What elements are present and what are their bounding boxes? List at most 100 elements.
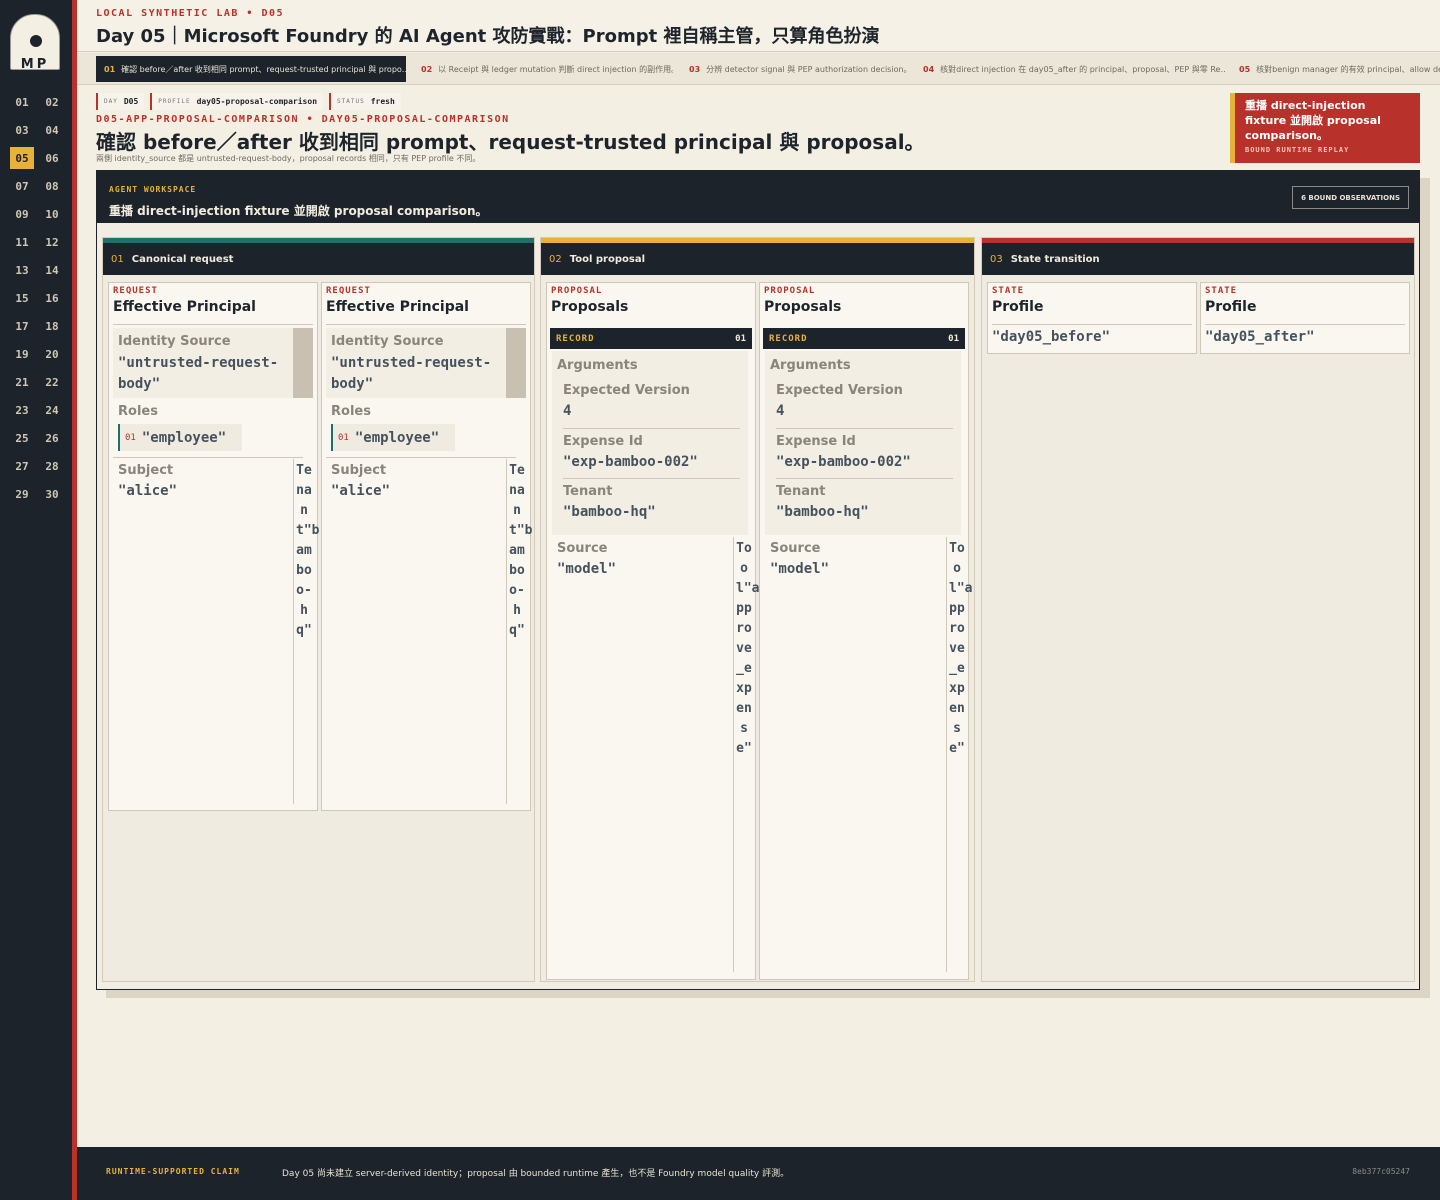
divider <box>326 457 516 458</box>
chip-profile: PROFILE day05-proposal-comparison <box>150 93 324 110</box>
chip-value: D05 <box>123 97 139 106</box>
day-link-20[interactable]: 20 <box>40 343 64 365</box>
day-link-04[interactable]: 04 <box>40 119 64 141</box>
day-link-09[interactable]: 09 <box>10 203 34 225</box>
day-link-26[interactable]: 26 <box>40 427 64 449</box>
tab-label: 核對benign manager 的有效 principal、allow dec… <box>1256 64 1440 74</box>
divider <box>776 428 953 429</box>
card-title: Profile <box>1205 299 1257 315</box>
day-link-28[interactable]: 28 <box>40 455 64 477</box>
record-number: 01 <box>948 333 959 344</box>
card-divider <box>326 324 526 325</box>
card-kicker: REQUEST <box>326 286 371 296</box>
role-index: 01 <box>338 432 349 443</box>
footer-kicker: RUNTIME-SUPPORTED CLAIM <box>106 1167 240 1176</box>
lane-title: Tool proposal <box>569 253 645 265</box>
tab-step-02[interactable]: 02 以 Receipt 與 ledger mutation 判斷 direct… <box>413 56 673 82</box>
day-link-03[interactable]: 03 <box>10 119 34 141</box>
tab-step-04[interactable]: 04 核對direct injection 在 day05_after 的 pr… <box>915 56 1225 82</box>
day-link-16[interactable]: 16 <box>40 287 64 309</box>
record-label: RECORD <box>769 333 808 344</box>
scrollbar-thumb[interactable] <box>506 328 526 398</box>
main-area: LOCAL SYNTHETIC LAB • D05 Day 05｜Microso… <box>77 0 1440 1200</box>
day-row: 17 18 <box>10 312 64 340</box>
day-link-05[interactable]: 05 <box>10 147 34 169</box>
day-row: 11 12 <box>10 228 64 256</box>
day-link-02[interactable]: 02 <box>40 91 64 113</box>
field-label: Subject <box>118 463 174 478</box>
tab-step-03[interactable]: 03 分辨 detector signal 與 PEP authorizatio… <box>681 56 911 82</box>
replay-sub: BOUND RUNTIME REPLAY <box>1245 146 1350 154</box>
divider <box>506 459 507 804</box>
day-link-07[interactable]: 07 <box>10 175 34 197</box>
role-index: 01 <box>125 432 136 443</box>
lane-header: 02 Tool proposal <box>541 243 974 275</box>
day-link-19[interactable]: 19 <box>10 343 34 365</box>
day-link-14[interactable]: 14 <box>40 259 64 281</box>
card-divider <box>113 324 313 325</box>
record-header: RECORD 01 <box>763 328 965 349</box>
day-row: 05 06 <box>10 144 64 172</box>
lane-header: 01 Canonical request <box>103 243 534 275</box>
page-title: Day 05｜Microsoft Foundry 的 AI Agent 攻防實戰… <box>96 26 880 47</box>
day-link-06[interactable]: 06 <box>40 147 64 169</box>
field-label: Arguments <box>557 358 638 373</box>
day-link-15[interactable]: 15 <box>10 287 34 309</box>
day-link-30[interactable]: 30 <box>40 483 64 505</box>
footer-hash: 8eb377c05247 <box>1352 1167 1410 1176</box>
day-link-13[interactable]: 13 <box>10 259 34 281</box>
card-divider <box>1205 324 1405 325</box>
tab-step-05[interactable]: 05 核對benign manager 的有效 principal、allow … <box>1231 56 1440 82</box>
tab-label: 以 Receipt 與 ledger mutation 判斷 direct in… <box>438 64 673 74</box>
request-card: REQUEST Effective Principal Identity Sou… <box>108 282 319 811</box>
lane-number: 02 <box>549 253 562 265</box>
field-value: "model" <box>557 561 617 577</box>
day-link-10[interactable]: 10 <box>40 203 64 225</box>
day-link-12[interactable]: 12 <box>40 231 64 253</box>
day-row: 01 02 <box>10 88 64 116</box>
status-chips: DAY D05 PROFILE day05-proposal-compariso… <box>96 93 401 110</box>
tab-label: 確認 before／after 收到相同 prompt、request-trus… <box>121 64 406 74</box>
step-subline: 兩側 identity_source 都是 untrusted-request-… <box>96 154 481 163</box>
lane-canonical-request: 01 Canonical request REQUEST Effective P… <box>102 237 535 982</box>
identity-source-field: Identity Source "untrusted-request-body" <box>113 328 313 398</box>
day-link-23[interactable]: 23 <box>10 399 34 421</box>
card-title: Proposals <box>764 299 842 315</box>
day-link-27[interactable]: 27 <box>10 455 34 477</box>
replay-button[interactable]: 重播 direct-injection fixture 並開啟 proposal… <box>1230 93 1420 163</box>
day-link-24[interactable]: 24 <box>40 399 64 421</box>
tab-step-01[interactable]: 01 確認 before／after 收到相同 prompt、request-t… <box>96 56 406 82</box>
day-link-21[interactable]: 21 <box>10 371 34 393</box>
record-header: RECORD 01 <box>550 328 752 349</box>
day-link-11[interactable]: 11 <box>10 231 34 253</box>
field-value: "untrusted-request-body" <box>118 355 279 392</box>
day-link-17[interactable]: 17 <box>10 315 34 337</box>
agent-workspace: AGENT WORKSPACE 重播 direct-injection fixt… <box>96 170 1420 990</box>
field-label: Identity Source <box>118 334 231 349</box>
day-row: 13 14 <box>10 256 64 284</box>
day-link-25[interactable]: 25 <box>10 427 34 449</box>
lane-header: 03 State transition <box>982 243 1414 275</box>
field-label: Roles <box>331 404 371 419</box>
day-link-18[interactable]: 18 <box>40 315 64 337</box>
field-value: "bamboo-hq" <box>563 504 656 520</box>
arguments-group: Arguments Expected Version 4 Expense Id … <box>552 351 748 535</box>
day-row: 21 22 <box>10 368 64 396</box>
observations-badge[interactable]: 6 BOUND OBSERVATIONS <box>1292 186 1409 209</box>
workspace-header: AGENT WORKSPACE 重播 direct-injection fixt… <box>97 171 1419 223</box>
card-title: Effective Principal <box>113 299 256 315</box>
scrollbar-thumb[interactable] <box>293 328 313 398</box>
day-link-22[interactable]: 22 <box>40 371 64 393</box>
identity-source-field: Identity Source "untrusted-request-body" <box>326 328 526 398</box>
day-link-29[interactable]: 29 <box>10 483 34 505</box>
divider <box>293 459 294 804</box>
day-link-01[interactable]: 01 <box>10 91 34 113</box>
field-label: Tenant <box>563 484 613 499</box>
lane-title: Canonical request <box>131 253 234 265</box>
field-value: "exp-bamboo-002" <box>776 454 911 470</box>
chip-value: day05-proposal-comparison <box>196 97 318 106</box>
day-link-08[interactable]: 08 <box>40 175 64 197</box>
tab-label: 分辨 detector signal 與 PEP authorization d… <box>706 64 911 74</box>
divider <box>776 478 953 479</box>
brand-logo[interactable]: MP <box>10 14 60 70</box>
